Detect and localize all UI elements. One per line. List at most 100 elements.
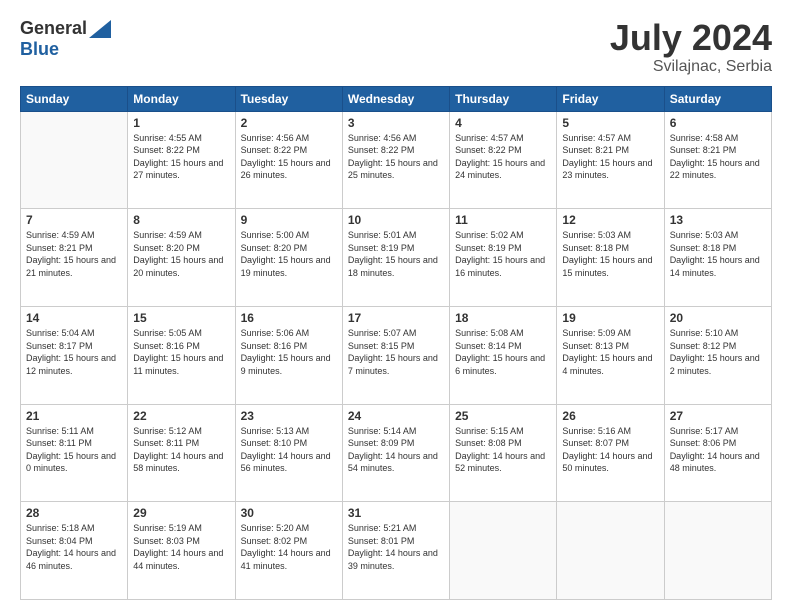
day-number: 15	[133, 311, 229, 325]
table-row: 20 Sunrise: 5:10 AM Sunset: 8:12 PM Dayli…	[664, 306, 771, 404]
header: General Blue July 2024 Svilajnac, Serbia	[20, 18, 772, 76]
calendar-week-row: 28 Sunrise: 5:18 AM Sunset: 8:04 PM Dayli…	[21, 502, 772, 600]
col-friday: Friday	[557, 86, 664, 111]
table-row: 10Sunrise: 5:01 AM Sunset: 8:19 PM Dayli…	[342, 209, 449, 307]
day-info: Sunrise: 5:10 AM Sunset: 8:12 PM Dayligh…	[670, 327, 766, 377]
table-row: 9Sunrise: 5:00 AM Sunset: 8:20 PM Daylig…	[235, 209, 342, 307]
table-row: 15 Sunrise: 5:05 AM Sunset: 8:16 PM Dayli…	[128, 306, 235, 404]
page: General Blue July 2024 Svilajnac, Serbia…	[0, 0, 792, 612]
day-info: Sunrise: 5:15 AM Sunset: 8:08 PM Dayligh…	[455, 425, 551, 475]
day-info: Sunrise: 5:21 AM Sunset: 8:01 PM Dayligh…	[348, 522, 444, 572]
table-row: 29 Sunrise: 5:19 AM Sunset: 8:03 PM Dayli…	[128, 502, 235, 600]
col-thursday: Thursday	[450, 86, 557, 111]
calendar-week-row: 21Sunrise: 5:11 AM Sunset: 8:11 PM Dayli…	[21, 404, 772, 502]
day-number: 5	[562, 116, 658, 130]
table-row: 21Sunrise: 5:11 AM Sunset: 8:11 PM Dayli…	[21, 404, 128, 502]
day-number: 28	[26, 506, 122, 520]
table-row: 16Sunrise: 5:06 AM Sunset: 8:16 PM Dayli…	[235, 306, 342, 404]
day-number: 3	[348, 116, 444, 130]
day-number: 26	[562, 409, 658, 423]
day-info: Sunrise: 4:57 AM Sunset: 8:22 PM Dayligh…	[455, 132, 551, 182]
table-row: 3 Sunrise: 4:56 AM Sunset: 8:22 PM Daylig…	[342, 111, 449, 209]
day-number: 6	[670, 116, 766, 130]
day-info: Sunrise: 5:19 AM Sunset: 8:03 PM Dayligh…	[133, 522, 229, 572]
day-number: 9	[241, 213, 337, 227]
day-number: 11	[455, 213, 551, 227]
day-number: 4	[455, 116, 551, 130]
table-row: 27Sunrise: 5:17 AM Sunset: 8:06 PM Dayli…	[664, 404, 771, 502]
table-row: 8 Sunrise: 4:59 AM Sunset: 8:20 PM Daylig…	[128, 209, 235, 307]
table-row: 23Sunrise: 5:13 AM Sunset: 8:10 PM Dayli…	[235, 404, 342, 502]
day-info: Sunrise: 5:17 AM Sunset: 8:06 PM Dayligh…	[670, 425, 766, 475]
col-sunday: Sunday	[21, 86, 128, 111]
table-row: 2 Sunrise: 4:56 AM Sunset: 8:22 PM Daylig…	[235, 111, 342, 209]
table-row: 24 Sunrise: 5:14 AM Sunset: 8:09 PM Dayli…	[342, 404, 449, 502]
col-monday: Monday	[128, 86, 235, 111]
location-title: Svilajnac, Serbia	[610, 58, 772, 76]
day-number: 31	[348, 506, 444, 520]
table-row: 26 Sunrise: 5:16 AM Sunset: 8:07 PM Dayli…	[557, 404, 664, 502]
table-row: 31 Sunrise: 5:21 AM Sunset: 8:01 PM Dayli…	[342, 502, 449, 600]
day-number: 1	[133, 116, 229, 130]
day-number: 2	[241, 116, 337, 130]
day-info: Sunrise: 5:05 AM Sunset: 8:16 PM Dayligh…	[133, 327, 229, 377]
table-row	[21, 111, 128, 209]
col-saturday: Saturday	[664, 86, 771, 111]
calendar-week-row: 14Sunrise: 5:04 AM Sunset: 8:17 PM Dayli…	[21, 306, 772, 404]
day-info: Sunrise: 5:03 AM Sunset: 8:18 PM Dayligh…	[670, 229, 766, 279]
day-info: Sunrise: 5:02 AM Sunset: 8:19 PM Dayligh…	[455, 229, 551, 279]
day-info: Sunrise: 4:56 AM Sunset: 8:22 PM Dayligh…	[348, 132, 444, 182]
day-number: 7	[26, 213, 122, 227]
day-number: 18	[455, 311, 551, 325]
day-info: Sunrise: 5:09 AM Sunset: 8:13 PM Dayligh…	[562, 327, 658, 377]
day-info: Sunrise: 5:04 AM Sunset: 8:17 PM Dayligh…	[26, 327, 122, 377]
calendar-header-row: Sunday Monday Tuesday Wednesday Thursday…	[21, 86, 772, 111]
day-number: 20	[670, 311, 766, 325]
table-row: 28 Sunrise: 5:18 AM Sunset: 8:04 PM Dayli…	[21, 502, 128, 600]
table-row	[450, 502, 557, 600]
day-number: 22	[133, 409, 229, 423]
day-info: Sunrise: 5:03 AM Sunset: 8:18 PM Dayligh…	[562, 229, 658, 279]
day-number: 29	[133, 506, 229, 520]
calendar-week-row: 7 Sunrise: 4:59 AM Sunset: 8:21 PM Daylig…	[21, 209, 772, 307]
logo-icon	[89, 20, 111, 38]
day-info: Sunrise: 4:57 AM Sunset: 8:21 PM Dayligh…	[562, 132, 658, 182]
day-number: 24	[348, 409, 444, 423]
col-tuesday: Tuesday	[235, 86, 342, 111]
day-number: 19	[562, 311, 658, 325]
day-number: 17	[348, 311, 444, 325]
table-row: 18 Sunrise: 5:08 AM Sunset: 8:14 PM Dayli…	[450, 306, 557, 404]
title-block: July 2024 Svilajnac, Serbia	[610, 18, 772, 76]
day-number: 8	[133, 213, 229, 227]
table-row	[557, 502, 664, 600]
logo-blue-text: Blue	[20, 39, 59, 60]
table-row: 6Sunrise: 4:58 AM Sunset: 8:21 PM Daylig…	[664, 111, 771, 209]
day-info: Sunrise: 5:12 AM Sunset: 8:11 PM Dayligh…	[133, 425, 229, 475]
calendar-week-row: 1 Sunrise: 4:55 AM Sunset: 8:22 PM Daylig…	[21, 111, 772, 209]
table-row: 11 Sunrise: 5:02 AM Sunset: 8:19 PM Dayli…	[450, 209, 557, 307]
day-info: Sunrise: 4:56 AM Sunset: 8:22 PM Dayligh…	[241, 132, 337, 182]
day-info: Sunrise: 5:18 AM Sunset: 8:04 PM Dayligh…	[26, 522, 122, 572]
day-info: Sunrise: 5:06 AM Sunset: 8:16 PM Dayligh…	[241, 327, 337, 377]
table-row: 22 Sunrise: 5:12 AM Sunset: 8:11 PM Dayli…	[128, 404, 235, 502]
table-row: 13Sunrise: 5:03 AM Sunset: 8:18 PM Dayli…	[664, 209, 771, 307]
table-row: 14Sunrise: 5:04 AM Sunset: 8:17 PM Dayli…	[21, 306, 128, 404]
day-info: Sunrise: 5:16 AM Sunset: 8:07 PM Dayligh…	[562, 425, 658, 475]
table-row: 7 Sunrise: 4:59 AM Sunset: 8:21 PM Daylig…	[21, 209, 128, 307]
day-info: Sunrise: 5:13 AM Sunset: 8:10 PM Dayligh…	[241, 425, 337, 475]
day-number: 12	[562, 213, 658, 227]
table-row	[664, 502, 771, 600]
day-info: Sunrise: 4:55 AM Sunset: 8:22 PM Dayligh…	[133, 132, 229, 182]
day-info: Sunrise: 5:08 AM Sunset: 8:14 PM Dayligh…	[455, 327, 551, 377]
col-wednesday: Wednesday	[342, 86, 449, 111]
table-row: 12 Sunrise: 5:03 AM Sunset: 8:18 PM Dayli…	[557, 209, 664, 307]
day-info: Sunrise: 5:14 AM Sunset: 8:09 PM Dayligh…	[348, 425, 444, 475]
day-info: Sunrise: 4:59 AM Sunset: 8:20 PM Dayligh…	[133, 229, 229, 279]
logo-general-text: General	[20, 18, 87, 39]
day-info: Sunrise: 5:07 AM Sunset: 8:15 PM Dayligh…	[348, 327, 444, 377]
day-number: 10	[348, 213, 444, 227]
day-number: 25	[455, 409, 551, 423]
day-info: Sunrise: 4:59 AM Sunset: 8:21 PM Dayligh…	[26, 229, 122, 279]
calendar-table: Sunday Monday Tuesday Wednesday Thursday…	[20, 86, 772, 600]
table-row: 25 Sunrise: 5:15 AM Sunset: 8:08 PM Dayli…	[450, 404, 557, 502]
